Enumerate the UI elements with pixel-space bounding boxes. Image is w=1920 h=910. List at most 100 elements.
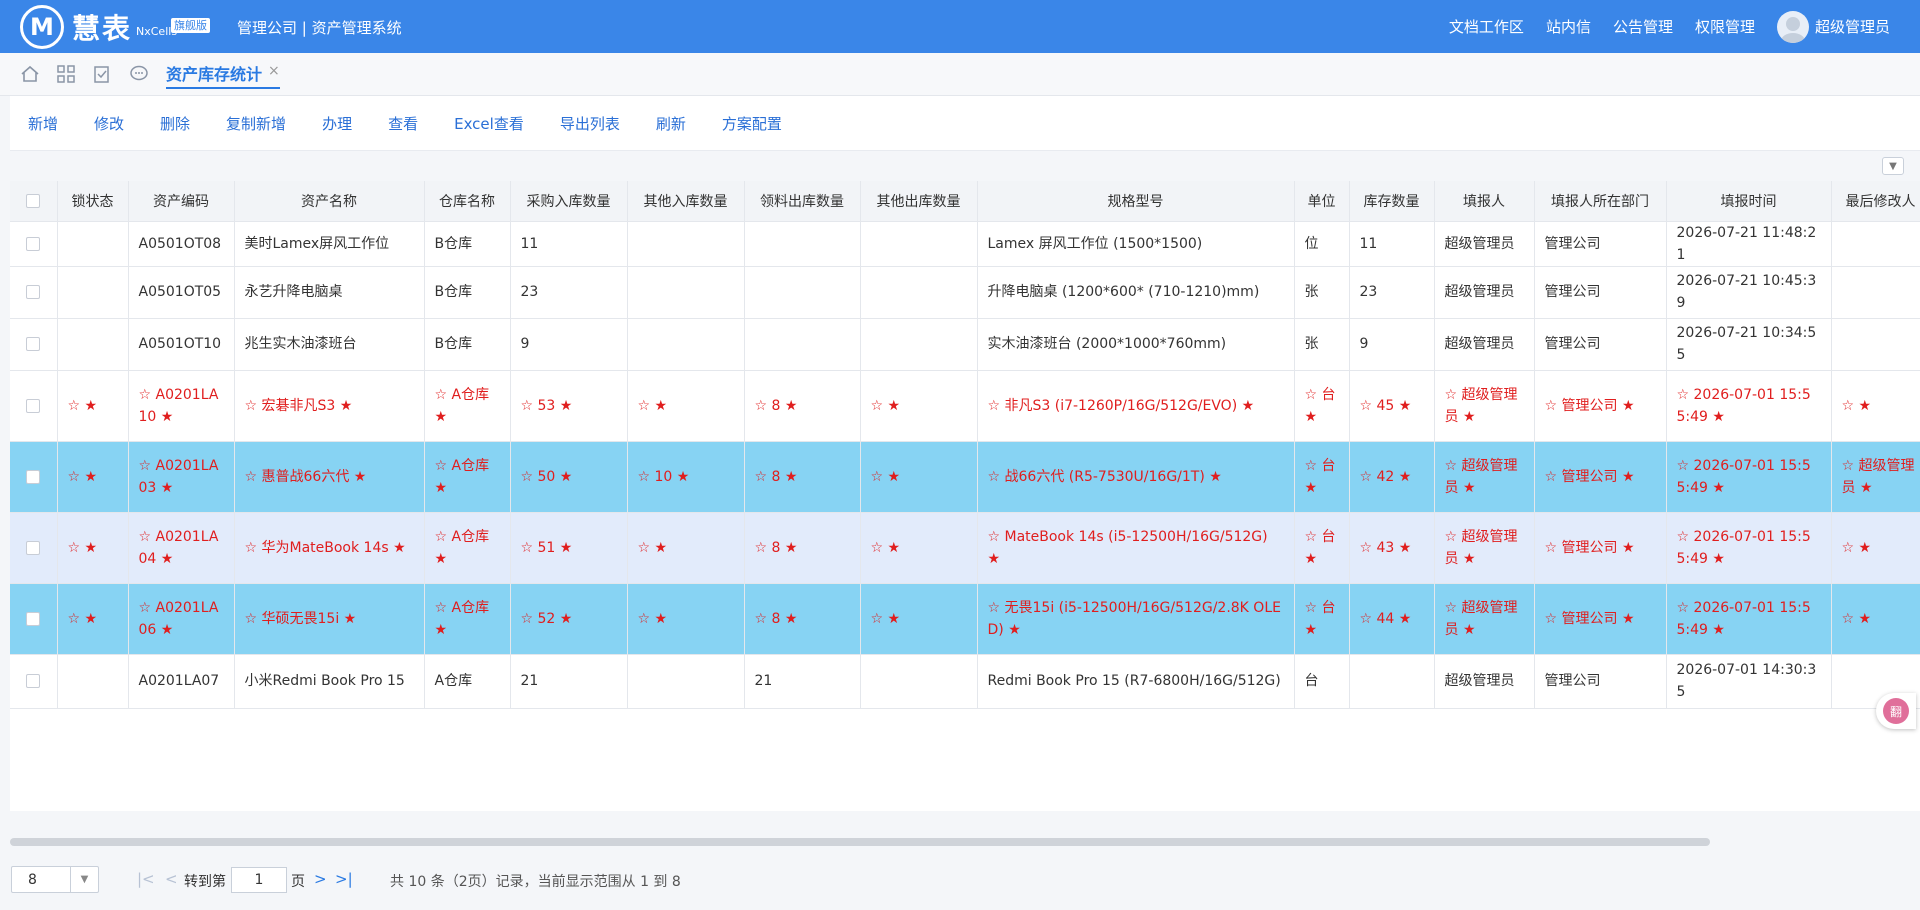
table-cell: ☆ 52 ★ [510,583,628,655]
tab-asset-inventory[interactable]: 资产库存统计 × [166,61,280,89]
table-cell: 永艺升降电脑桌 [234,266,425,319]
column-header[interactable]: 采购入库数量 [510,181,628,222]
table-row[interactable]: A0501OT10 兆生实木油漆班台 B仓库 9 实木油漆班台 (2000*1000*7… [10,318,1920,371]
table-cell: ☆ MateBook 14s (i5-12500H/16G/512G) ★ [977,512,1295,584]
table-cell: ☆ 管理公司 ★ [1534,441,1667,513]
checkbox[interactable] [26,236,41,251]
checkbox[interactable] [26,469,41,484]
avatar[interactable] [1776,10,1809,43]
table-cell [1831,266,1920,319]
table-cell: ☆ ★ [860,370,978,442]
checkbox[interactable] [26,540,41,555]
first-page-icon[interactable]: |< [137,870,155,888]
checkbox[interactable] [26,337,41,351]
table-cell: 管理公司 [1534,654,1667,709]
apps-icon[interactable] [55,63,77,85]
column-header[interactable]: 单位 [1294,181,1350,222]
add-button[interactable]: 新增 [28,113,58,134]
table-row[interactable]: A0501OT05 永艺升降电脑桌 B仓库 23 升降电脑桌 (1200*600* (7… [10,266,1920,319]
checkbox[interactable] [26,193,41,208]
checkbox[interactable] [26,674,41,688]
copy-add-button[interactable]: 复制新增 [226,113,286,134]
column-header[interactable]: 锁状态 [57,181,129,222]
table-row[interactable]: ☆ ★ ☆ A0201LA10 ★ ☆ 宏碁非凡S3 ★ ☆ A仓库 ★ ☆ 53 ★ ☆… [10,370,1920,442]
table-cell: ☆ A0201LA04 ★ [128,512,235,584]
close-icon[interactable]: × [268,63,280,79]
table-cell: ☆ 华为MateBook 14s ★ [234,512,425,584]
excel-view-button[interactable]: Excel查看 [454,113,524,134]
table-cell [1349,654,1435,709]
column-header[interactable]: 填报人 [1434,181,1535,222]
next-page-icon[interactable]: > [314,870,327,888]
menu-announcements[interactable]: 公告管理 [1613,16,1673,37]
chevron-down-icon[interactable]: ▼ [1882,157,1904,175]
scheme-config-button[interactable]: 方案配置 [722,113,782,134]
logo[interactable]: M 慧表 NxCells [20,4,177,49]
page-input[interactable]: 1 [231,867,287,893]
home-icon[interactable] [19,63,41,85]
select-all-checkbox[interactable] [10,181,58,222]
menu-permissions[interactable]: 权限管理 [1695,16,1755,37]
table-row[interactable]: ☆ ★ ☆ A0201LA06 ★ ☆ 华硕无畏15i ★ ☆ A仓库 ★ ☆ 52 ★… [10,583,1920,655]
view-button[interactable]: 查看 [388,113,418,134]
row-checkbox-cell[interactable] [10,266,58,319]
table-cell [1831,318,1920,371]
last-page-icon[interactable]: >| [335,870,353,888]
row-checkbox-cell[interactable] [10,583,58,655]
column-header[interactable]: 填报人所在部门 [1534,181,1667,222]
table-cell: A仓库 [424,654,511,709]
menu-doc-workspace[interactable]: 文档工作区 [1449,16,1524,37]
page-size-select[interactable]: 8 ▼ [11,866,99,893]
table-cell: ☆ 惠普战66六代 ★ [234,441,425,513]
column-header[interactable]: 其他入库数量 [627,181,745,222]
table-cell: ☆ A仓库 ★ [424,583,511,655]
column-header[interactable]: 库存数量 [1349,181,1435,222]
process-button[interactable]: 办理 [322,113,352,134]
row-checkbox-cell[interactable] [10,221,58,267]
table-cell: ☆ 台 ★ [1294,370,1350,442]
column-header[interactable]: 领料出库数量 [744,181,861,222]
export-list-button[interactable]: 导出列表 [560,113,620,134]
chevron-down-icon[interactable]: ▼ [70,867,98,892]
chat-icon[interactable] [128,63,150,85]
column-header[interactable]: 规格型号 [977,181,1295,222]
table-cell: 9 [510,318,628,371]
row-checkbox-cell[interactable] [10,370,58,442]
translate-float-button[interactable]: 翻 [1876,693,1916,729]
table-cell [627,654,745,709]
table-cell [627,221,745,267]
table-row[interactable]: ☆ ★ ☆ A0201LA03 ★ ☆ 惠普战66六代 ★ ☆ A仓库 ★ ☆ 50 ★… [10,441,1920,513]
table-row[interactable]: A0201LA07 小米Redmi Book Pro 15 A仓库 21 21 Redmi… [10,654,1920,709]
refresh-button[interactable]: 刷新 [656,113,686,134]
row-checkbox-cell[interactable] [10,654,58,709]
table-cell: 超级管理员 [1434,318,1535,371]
top-menu: 文档工作区 站内信 公告管理 权限管理 超级管理员 [1427,0,1890,53]
menu-messages[interactable]: 站内信 [1546,16,1591,37]
user-name[interactable]: 超级管理员 [1815,16,1890,37]
column-header[interactable]: 最后修改人 [1831,181,1920,222]
task-check-icon[interactable] [91,63,113,85]
column-header[interactable]: 资产名称 [234,181,425,222]
edit-button[interactable]: 修改 [94,113,124,134]
row-checkbox-cell[interactable] [10,318,58,371]
table-row[interactable]: A0501OT08 美时Lamex屏风工作位 B仓库 11 Lamex 屏风工作位 (1… [10,221,1920,267]
checkbox[interactable] [26,285,41,299]
horizontal-scrollbar[interactable] [10,838,1710,846]
checkbox[interactable] [26,611,41,626]
table-cell: ☆ 超级管理员 ★ [1434,370,1535,442]
row-checkbox-cell[interactable] [10,441,58,513]
column-header[interactable]: 仓库名称 [424,181,511,222]
checkbox[interactable] [26,398,41,413]
table-cell: 超级管理员 [1434,266,1535,319]
table-cell: ☆ A仓库 ★ [424,370,511,442]
column-header[interactable]: 其他出库数量 [860,181,978,222]
delete-button[interactable]: 删除 [160,113,190,134]
row-checkbox-cell[interactable] [10,512,58,584]
column-header[interactable]: 资产编码 [128,181,235,222]
table-row[interactable]: ☆ ★ ☆ A0201LA04 ★ ☆ 华为MateBook 14s ★ ☆ A仓库 … [10,512,1920,584]
table-cell: ☆ 超级管理员 ★ [1434,583,1535,655]
column-header[interactable]: 填报时间 [1666,181,1832,222]
table-cell: ☆ 50 ★ [510,441,628,513]
prev-page-icon[interactable]: < [165,870,178,888]
translate-icon: 翻 [1883,698,1909,724]
